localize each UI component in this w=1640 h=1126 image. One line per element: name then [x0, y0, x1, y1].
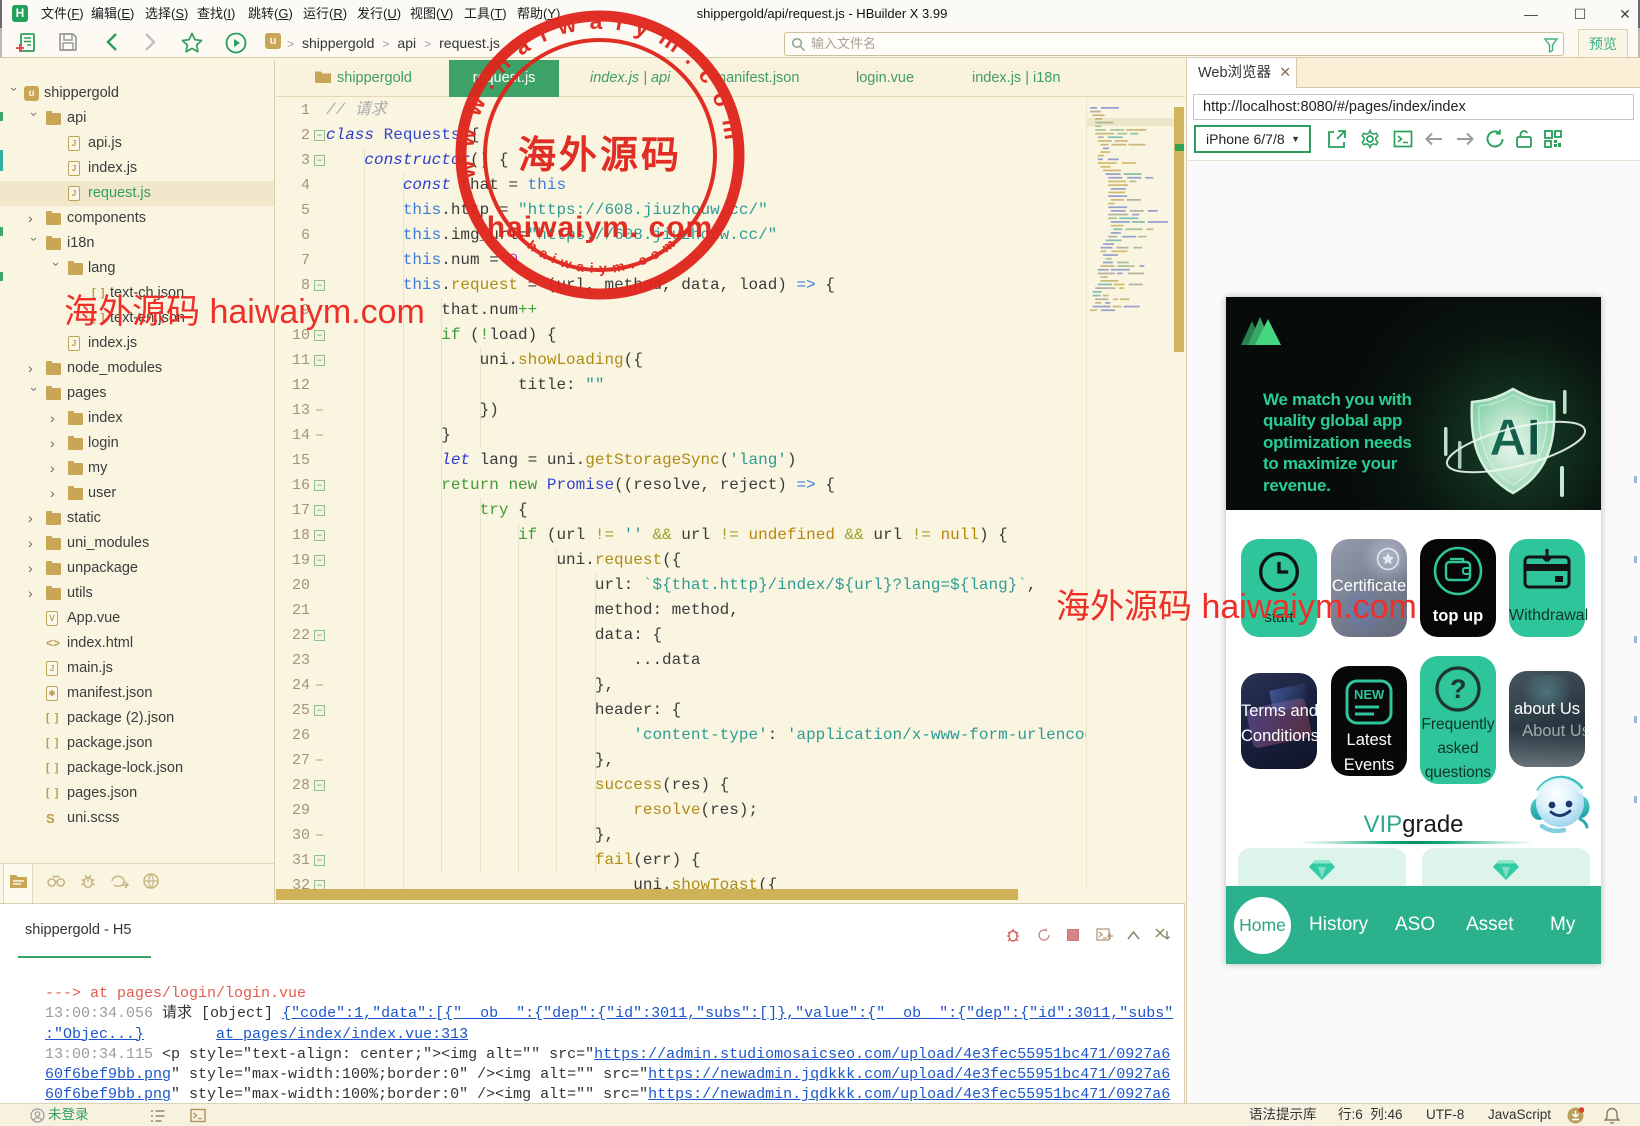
- svg-text:NEW: NEW: [1354, 687, 1385, 702]
- svg-text:AI: AI: [1489, 409, 1541, 467]
- svg-text:haiwaiym. com: haiwaiym. com: [487, 211, 713, 244]
- svg-text:?: ?: [1450, 674, 1467, 704]
- svg-text:海外源码: 海外源码: [518, 135, 682, 177]
